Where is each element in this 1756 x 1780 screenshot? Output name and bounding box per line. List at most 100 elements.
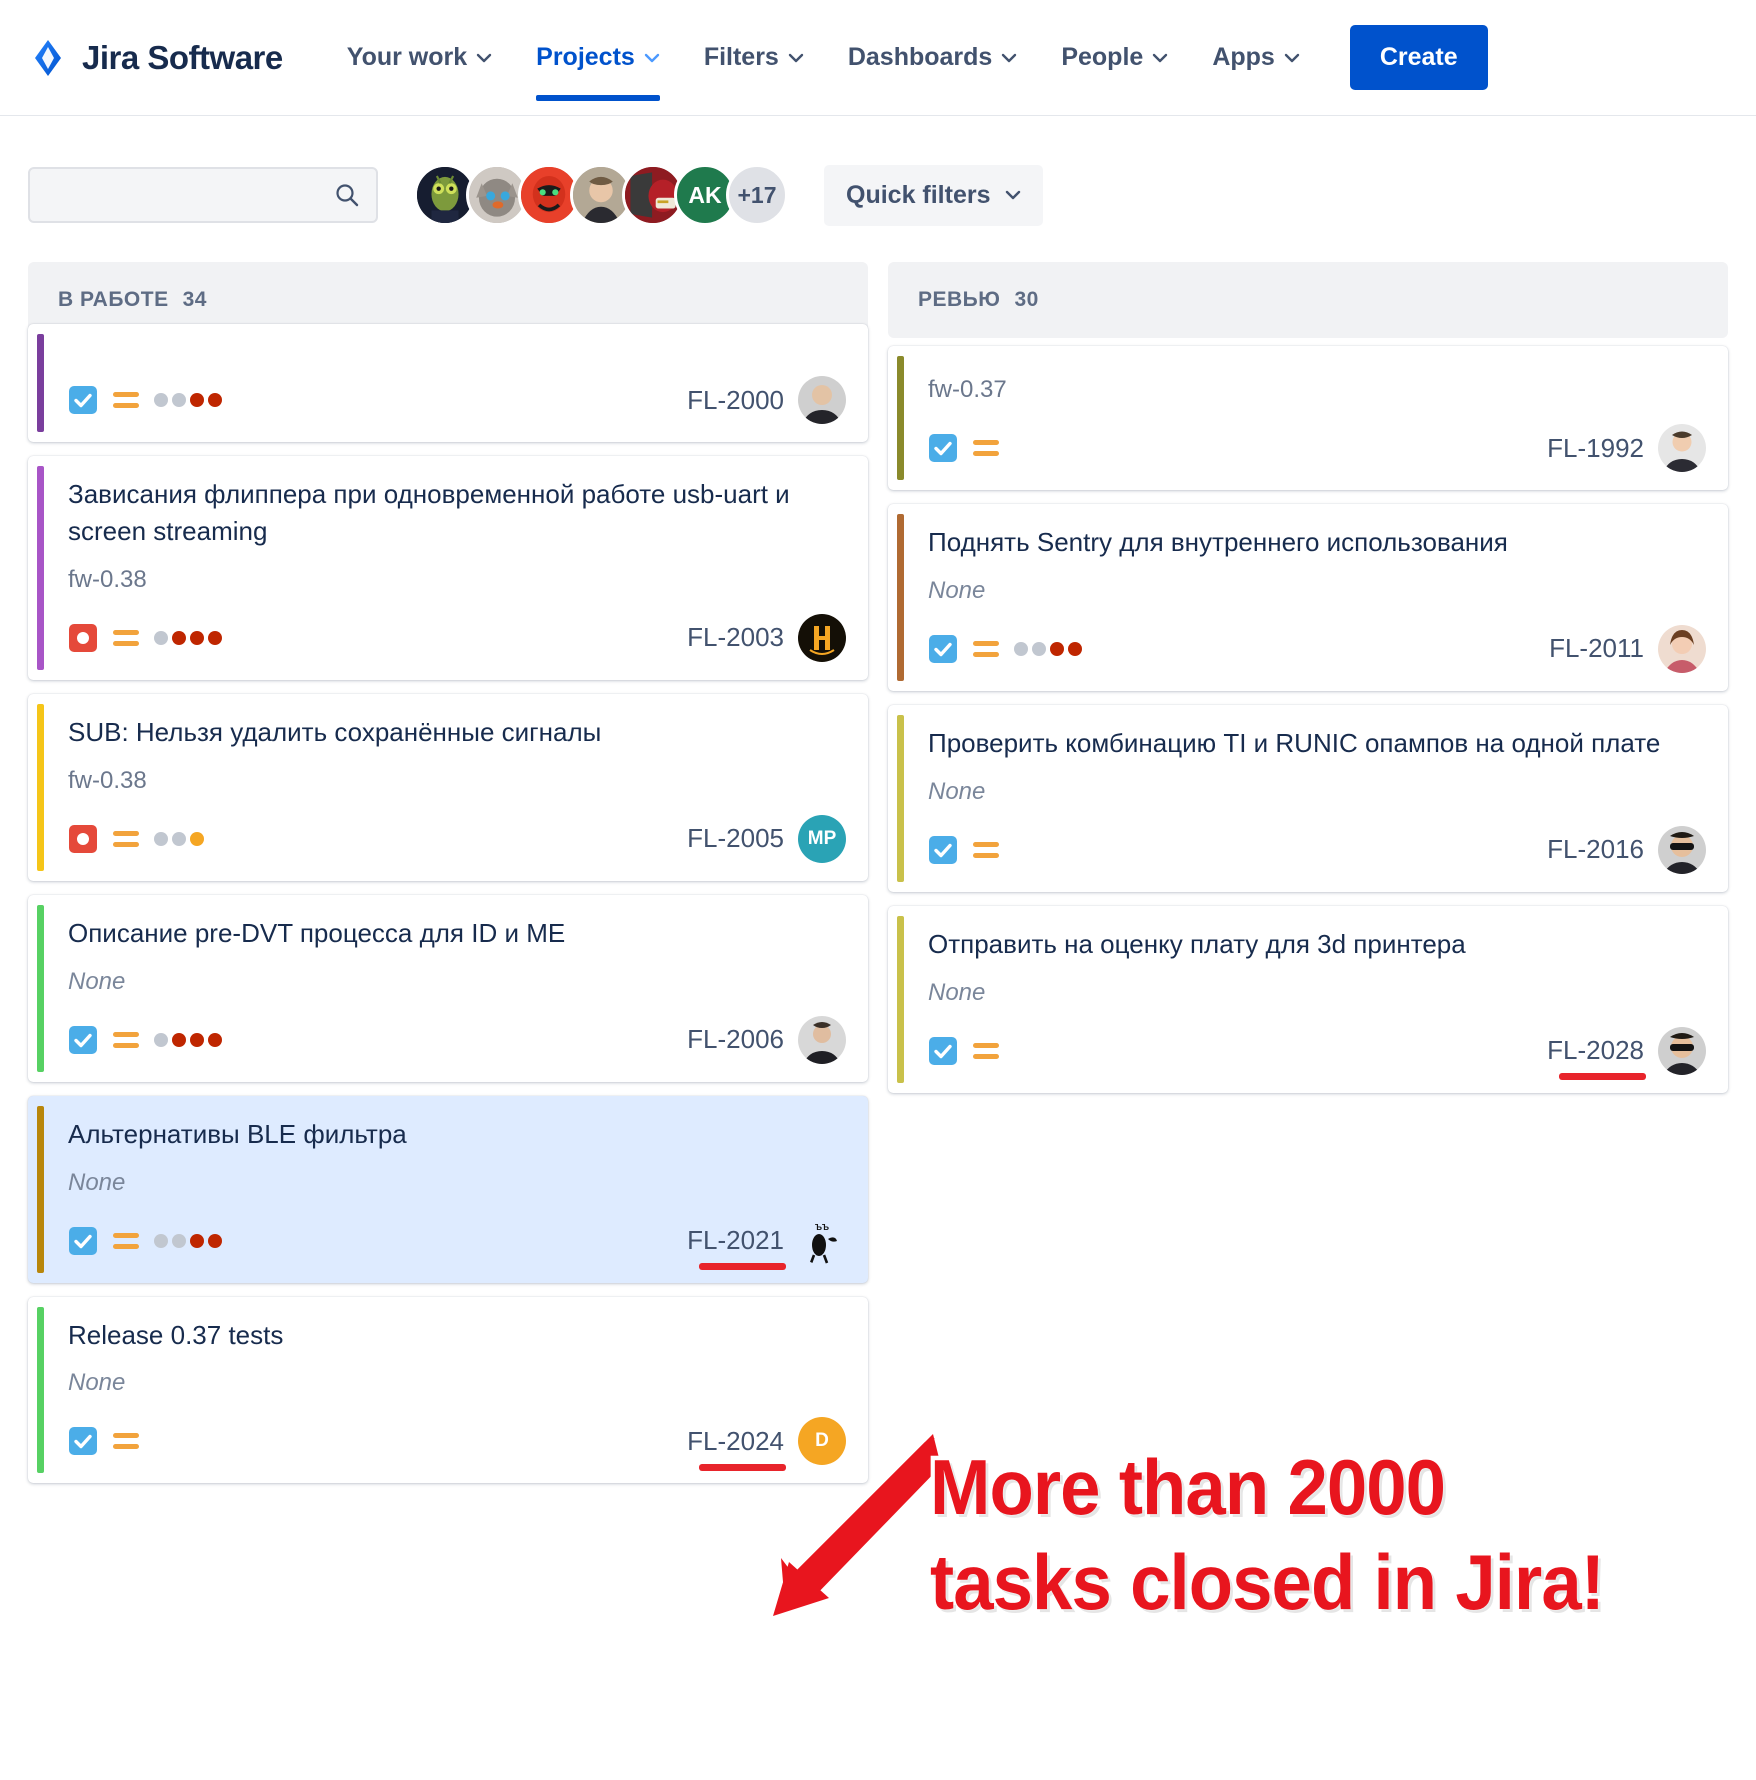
status-dots bbox=[154, 630, 222, 645]
status-dots bbox=[1014, 641, 1082, 656]
chevron-down-icon bbox=[1005, 190, 1021, 200]
card-color-stripe bbox=[37, 703, 44, 871]
issue-card[interactable]: Отправить на оценку плату для 3d принтер… bbox=[888, 905, 1728, 1093]
chevron-down-icon bbox=[644, 53, 660, 63]
card-footer: FL-1992 bbox=[914, 424, 1706, 472]
issue-key[interactable]: FL-2021 bbox=[687, 1225, 786, 1271]
search-box[interactable] bbox=[28, 167, 378, 223]
issue-card[interactable]: Зависания флиппера при одновременной раб… bbox=[28, 456, 868, 680]
issue-card[interactable]: SUB: Нельзя удалить сохранённые сигналы … bbox=[28, 693, 868, 881]
nav-item-label: Filters bbox=[703, 43, 779, 71]
nav-item-projects[interactable]: Projects bbox=[514, 0, 682, 115]
nav-item-apps[interactable]: Apps bbox=[1190, 0, 1322, 115]
card-color-stripe bbox=[897, 714, 904, 882]
issue-card[interactable]: Проверить комбинацию TI и RUNIC опампов … bbox=[888, 704, 1728, 892]
priority-medium-icon bbox=[972, 437, 1000, 459]
column-header-review: РЕВЬЮ 30 bbox=[888, 262, 1728, 338]
assignee-sunglasses-avatar[interactable] bbox=[1658, 1026, 1706, 1075]
issue-card[interactable]: fw-0.37 FL-1992 bbox=[888, 346, 1728, 490]
search-input[interactable] bbox=[46, 183, 334, 207]
issue-card[interactable]: Поднять Sentry для внутреннего использов… bbox=[888, 504, 1728, 691]
card-title: Проверить комбинацию TI и RUNIC опампов … bbox=[928, 727, 1661, 758]
card-epic-label: None bbox=[68, 1369, 126, 1397]
priority-medium-icon bbox=[112, 389, 140, 411]
search-icon[interactable] bbox=[334, 182, 360, 208]
card-title: Поднять Sentry для внутреннего использов… bbox=[928, 527, 1508, 557]
card-footer: FL-2016 bbox=[914, 825, 1706, 874]
card-footer: FL-2006 bbox=[54, 1015, 846, 1064]
quick-filters-button[interactable]: Quick filters bbox=[824, 164, 1043, 226]
assignee-cat-logo-avatar[interactable]: ЪЪ bbox=[798, 1216, 846, 1265]
card-color-stripe bbox=[37, 466, 44, 670]
issue-key[interactable]: FL-2016 bbox=[1547, 834, 1644, 865]
issue-card[interactable]: FL-2000 bbox=[28, 324, 868, 442]
priority-medium-icon bbox=[112, 1430, 140, 1452]
card-title: Альтернативы BLE фильтра bbox=[68, 1118, 407, 1149]
create-button[interactable]: Create bbox=[1349, 25, 1488, 90]
board-column-in-progress: В РАБОТЕ 34 FL-2000 Зависания флиппера п… bbox=[28, 262, 868, 1484]
card-color-stripe bbox=[37, 334, 44, 432]
task-icon bbox=[928, 835, 958, 865]
nav-item-dashboards[interactable]: Dashboards bbox=[826, 0, 1039, 115]
issue-key[interactable]: FL-2006 bbox=[687, 1024, 784, 1055]
status-dots bbox=[154, 831, 204, 846]
chevron-down-icon bbox=[1152, 53, 1168, 63]
chevron-down-icon bbox=[1284, 53, 1300, 63]
status-dots bbox=[154, 393, 222, 407]
assignee-woman-photo-avatar[interactable] bbox=[1658, 624, 1706, 673]
nav-item-label: Projects bbox=[536, 43, 635, 71]
card-color-stripe bbox=[897, 915, 904, 1083]
card-color-stripe bbox=[37, 1306, 44, 1474]
issue-key[interactable]: FL-2011 bbox=[1549, 633, 1644, 664]
bug-icon bbox=[68, 623, 98, 653]
card-footer: FL-2000 bbox=[54, 376, 846, 424]
card-footer: FL-2028 bbox=[914, 1026, 1706, 1081]
jira-diamond-icon bbox=[28, 38, 68, 78]
assignee-dark-photo-avatar[interactable] bbox=[798, 1015, 846, 1064]
column-cards-review: fw-0.37 FL-1992 Поднять Sentry для внутр… bbox=[888, 346, 1728, 1093]
nav-item-label: Dashboards bbox=[847, 43, 993, 71]
assignee-portrait-avatar[interactable] bbox=[1658, 424, 1706, 472]
issue-card[interactable]: Описание pre-DVT процесса для ID и ME No… bbox=[28, 894, 868, 1082]
nav-item-filters[interactable]: Filters bbox=[682, 0, 826, 115]
card-color-stripe bbox=[897, 356, 904, 480]
assignee-sunglasses-avatar[interactable] bbox=[1658, 825, 1706, 874]
card-footer: FL-2003 bbox=[54, 613, 846, 662]
card-footer: FL-2021 ЪЪ bbox=[54, 1216, 846, 1271]
issue-key[interactable]: FL-2024 bbox=[687, 1426, 786, 1471]
task-icon bbox=[928, 1036, 958, 1066]
issue-key[interactable]: FL-1992 bbox=[1547, 433, 1644, 464]
priority-medium-icon bbox=[972, 839, 1000, 861]
brand-logo-area[interactable]: Jira Software bbox=[28, 38, 283, 78]
nav-links: Your work Projects Filters Dashboards Pe… bbox=[325, 0, 1322, 115]
card-title: Описание pre-DVT процесса для ID и ME bbox=[68, 917, 566, 948]
assignee-logo-avatar[interactable] bbox=[798, 613, 846, 662]
issue-key[interactable]: FL-2005 bbox=[687, 823, 784, 854]
issue-card-selected[interactable]: Альтернативы BLE фильтра None FL-2021 ЪЪ bbox=[28, 1095, 868, 1283]
annotation-line-2: tasks closed in Jira! bbox=[926, 1534, 1609, 1631]
board-toolbar: AK +17 Quick filters bbox=[0, 116, 1756, 226]
priority-medium-icon bbox=[972, 1040, 1000, 1062]
column-title: РЕВЬЮ bbox=[918, 288, 1001, 311]
card-epic-label: None bbox=[928, 978, 986, 1006]
status-dots bbox=[154, 1032, 222, 1047]
nav-item-people[interactable]: People bbox=[1039, 0, 1190, 115]
issue-card[interactable]: Release 0.37 tests None FL-2024 D bbox=[28, 1296, 868, 1484]
assignee-mp-avatar[interactable]: MP bbox=[798, 814, 846, 863]
nav-item-your-work[interactable]: Your work bbox=[325, 0, 514, 115]
issue-key[interactable]: FL-2003 bbox=[687, 622, 784, 653]
brand-name: Jira Software bbox=[82, 38, 283, 76]
avatar-overflow-badge[interactable]: +17 bbox=[726, 164, 788, 226]
issue-key[interactable]: FL-2028 bbox=[1547, 1035, 1646, 1081]
kanban-board: В РАБОТЕ 34 FL-2000 Зависания флиппера п… bbox=[0, 226, 1756, 1484]
issue-key[interactable]: FL-2000 bbox=[687, 385, 784, 416]
priority-medium-icon bbox=[112, 828, 140, 850]
assignee-d-avatar[interactable]: D bbox=[798, 1417, 846, 1466]
priority-medium-icon bbox=[112, 1230, 140, 1252]
card-title: Зависания флиппера при одновременной раб… bbox=[68, 479, 790, 546]
column-count: 30 bbox=[1014, 288, 1039, 311]
task-icon bbox=[928, 634, 958, 664]
assignee-photo-avatar[interactable] bbox=[798, 376, 846, 424]
top-navigation-bar: Jira Software Your work Projects Filters… bbox=[0, 0, 1756, 116]
task-icon bbox=[68, 1226, 98, 1256]
